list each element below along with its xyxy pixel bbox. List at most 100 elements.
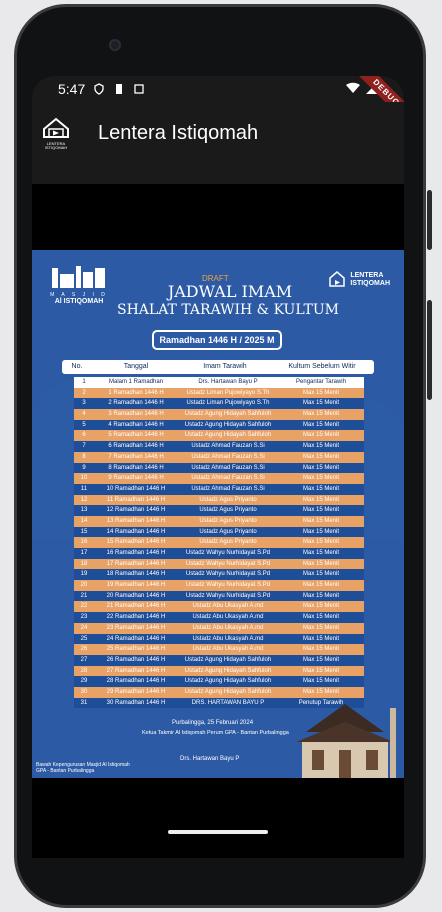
status-time: 5:47 [58,81,86,97]
row-date: 8 Ramadhan 1446 H [108,464,164,471]
row-kultum: Max 15 Menit [302,571,339,578]
lentera-line2: ISTIQOMAH [350,280,390,287]
screenshot-icon [134,84,144,94]
row-kultum: Max 15 Menit [302,443,339,450]
row-number: 23 [80,614,88,621]
sign-date: Purbalingga, 25 Februari 2024 [172,720,254,726]
row-date: 1 Ramadhan 1446 H [108,389,164,396]
row-date: 15 Ramadhan 1446 H [106,539,166,546]
home-indicator[interactable] [168,830,268,834]
address-line: GPA - Bantan Purbalingga [36,768,95,774]
table-row: 8 7 Ramadhan 1446 H Ustadz Ahmad Fauzan S.… [74,451,364,463]
row-kultum: Max 15 Menit [302,614,339,621]
svg-text:ISTIQOMAH: ISTIQOMAH [45,145,68,150]
row-kultum: Max 15 Menit [302,560,339,567]
row-date: 27 Ramadhan 1446 H [106,667,166,674]
row-imam: Ustadz Agus Priyanto [199,507,257,514]
row-imam: Ustadz Ahmad Fauzan S.Si [191,475,265,482]
table-row: 13 12 Ramadhan 1446 H Ustadz Agus Priyanto… [74,505,364,516]
row-kultum: Max 15 Menit [302,517,339,524]
row-date: 28 Ramadhan 1446 H [106,678,166,685]
header-kultum: Kultum Sebelum Witir [288,363,356,370]
power-button [427,300,432,400]
row-imam: Ustadz Wahyu Nurhidayat S.Pd [185,571,271,578]
row-number: 29 [80,678,88,685]
app-screen: 5:47 DEBUG LENTERA ISTIQOMAH Lentera Ist… [32,76,404,858]
row-kultum: Max 15 Menit [302,656,339,663]
row-kultum: Max 15 Menit [302,421,339,428]
schedule-table: 1 Malam 1 Ramadhan Drs. Hartawan Bayu P Pen… [74,377,364,709]
row-date: 11 Ramadhan 1446 H [106,496,166,503]
table-row: 5 4 Ramadhan 1446 H Ustadz Agung Hidayah S… [74,419,364,431]
row-kultum: Max 15 Menit [302,550,339,556]
row-number: 4 [82,411,86,418]
row-imam: Ustadz Ahmad Fauzan S.Si [191,464,265,471]
row-date: 13 Ramadhan 1446 H [106,517,166,524]
row-imam: Ustadz Wahyu Nurhidayat S.Pd [185,582,271,589]
row-kultum: Max 15 Menit [302,485,339,492]
row-kultum: Max 15 Menit [302,528,339,535]
row-number: 24 [80,624,88,631]
schedule-poster-image[interactable]: M A S J I D Al ISTIQOMAH LENTERA ISTIQOM… [32,250,404,778]
row-number: 9 [82,464,86,471]
row-date: 23 Ramadhan 1446 H [106,624,166,631]
row-number: 13 [80,507,88,514]
sd-card-icon [116,84,123,94]
row-date: 22 Ramadhan 1446 H [106,614,166,621]
row-date: 21 Ramadhan 1446 H [106,603,166,610]
signatory-name: Drs. Hartawan Bayu P [180,756,240,762]
row-imam: Ustadz Agung Hidayah Sahfuloh [184,667,272,674]
header-no: No. [71,363,83,370]
row-date: 20 Ramadhan 1446 H [106,592,166,599]
row-kultum: Max 15 Menit [302,400,339,407]
table-row: 21 20 Ramadhan 1446 H Ustadz Wahyu Nurhida… [74,590,364,602]
row-imam: Ustadz Agus Priyanto [199,539,257,546]
table-row: 15 14 Ramadhan 1446 H Ustadz Agus Priyanto… [74,526,364,538]
row-date: 29 Ramadhan 1446 H [106,688,166,695]
row-number: 3 [82,400,86,407]
mosque-illustration [296,704,396,778]
row-number: 1 [82,379,86,385]
row-date: 19 Ramadhan 1446 H [106,582,166,589]
row-date: 25 Ramadhan 1446 H [106,646,166,653]
row-imam: Ustadz Agung Hidayah Sahfuloh [184,688,272,695]
table-row: 28 27 Ramadhan 1446 H Ustadz Agung Hidayah… [74,665,364,677]
row-number: 26 [80,646,88,653]
row-number: 25 [80,635,88,642]
row-date: 16 Ramadhan 1446 H [106,550,166,556]
row-date: 14 Ramadhan 1446 H [106,528,166,535]
app-title: Lentera Istiqomah [98,121,259,144]
row-imam: Ustadz Agung Hidayah Sahfuloh [184,678,272,685]
table-row: 22 21 Ramadhan 1446 H Ustadz Abu Ukasyah A… [74,601,364,613]
table-row: 17 16 Ramadhan 1446 H Ustadz Wahyu Nurhida… [74,548,364,559]
row-kultum: Max 15 Menit [302,453,339,460]
row-imam: Ustadz Ahmad Fauzan S.Si [191,443,265,450]
row-imam: DRS. HARTAWAN BAYU P [191,699,265,706]
table-row: 12 11 Ramadhan 1446 H Ustadz Agus Priyanto… [74,494,364,506]
header-date: Tanggal [123,363,149,370]
row-date: 26 Ramadhan 1446 H [106,656,166,663]
row-imam: Ustadz Agung Hidayah Sahfuloh [184,656,272,663]
masjid-logo: M A S J I D Al ISTIQOMAH [50,264,108,305]
row-date: 3 Ramadhan 1446 H [108,411,164,418]
row-imam: Ustadz Liman Pujowiyayo S.Th [186,400,270,407]
row-number: 22 [80,603,88,610]
row-number: 15 [80,528,88,535]
status-bar: 5:47 DEBUG [32,76,404,127]
row-date: Malam 1 Ramadhan [108,379,164,385]
sign-organization: Ketua Takmir Al Istiqomah Perum GPA - Ba… [142,730,289,736]
period-badge: Ramadhan 1446 H / 2025 M [152,330,282,350]
row-number: 21 [80,592,88,599]
row-imam: Ustadz Abu Ukasyah A.md [192,646,264,653]
row-imam: Ustadz Abu Ukasyah A.md [192,624,264,631]
table-row: 29 28 Ramadhan 1446 H Ustadz Agung Hidayah… [74,676,364,687]
poster-subtitle: SHALAT TARAWIH & KULTUM [117,302,339,318]
table-row: 18 17 Ramadhan 1446 H Ustadz Wahyu Nurhida… [74,558,364,570]
volume-button [427,190,432,250]
row-number: 27 [80,656,88,663]
row-number: 18 [80,560,88,567]
row-imam: Ustadz Agus Priyanto [199,496,257,503]
row-number: 12 [80,496,88,503]
header-imam: Imam Tarawih [203,363,247,370]
row-imam: Ustadz Wahyu Nurhidayat S.Pd [185,560,271,567]
